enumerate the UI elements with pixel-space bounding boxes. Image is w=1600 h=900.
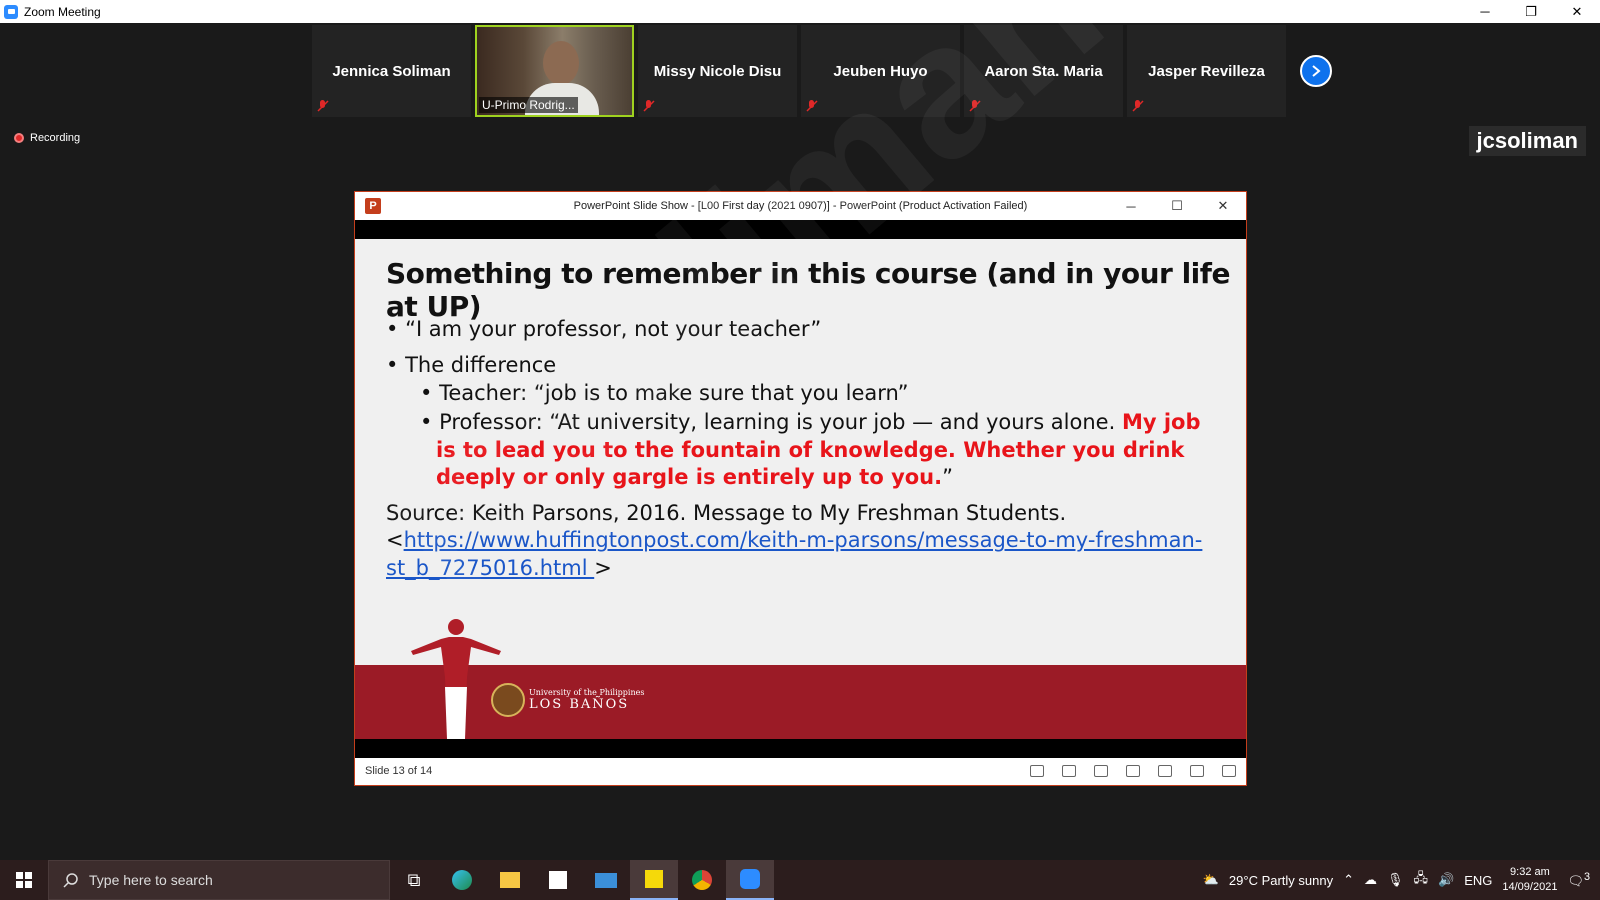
muted-mic-icon: [969, 100, 981, 112]
normal-view-icon[interactable]: [1126, 764, 1140, 777]
slide-sorter-icon[interactable]: [1158, 764, 1172, 777]
close-button[interactable]: ✕: [1554, 0, 1600, 23]
powerpoint-window: P PowerPoint Slide Show - [L00 First day…: [354, 191, 1247, 786]
system-tray: ⛅ 29°C Partly sunny ⌃ ☁ 🎙 🖧 🔊 ENG 9:32 a…: [1203, 860, 1600, 900]
slide-counter: Slide 13 of 14: [365, 764, 433, 777]
clock[interactable]: 9:32 am 14/09/2021: [1502, 865, 1557, 896]
ppt-minimize-button[interactable]: ─: [1108, 192, 1154, 220]
uplb-logo: University of the Philippines LOS BAÑOS: [491, 683, 644, 717]
participant-gallery: Jennica Soliman U-Primo Rodrig... Missy …: [312, 25, 1286, 117]
chrome-icon[interactable]: [678, 860, 726, 900]
logo-title: LOS BAÑOS: [529, 697, 630, 712]
window-titlebar: Zoom Meeting ─ ❐ ✕: [0, 0, 1600, 23]
chevron-up-icon[interactable]: ⌃: [1343, 872, 1354, 888]
active-speaker-label: jcsoliman: [1468, 126, 1586, 156]
participant-name: Jennica Soliman: [332, 62, 451, 80]
ppt-close-button[interactable]: ✕: [1200, 192, 1246, 220]
letterbox-top: [355, 220, 1246, 239]
zoom-app-icon: [4, 4, 18, 19]
sticky-notes-icon[interactable]: [630, 860, 678, 900]
bullet-item: • “I am your professor, not your teacher…: [386, 317, 822, 341]
taskbar-search[interactable]: Type here to search: [48, 860, 390, 900]
video-person-head: [543, 41, 579, 85]
recording-dot-icon: [14, 133, 24, 143]
sub-bullet-item: • Professor: “At university, learning is…: [420, 410, 1201, 490]
participant-tile[interactable]: Missy Nicole Disu: [638, 25, 797, 117]
participant-tile[interactable]: Jeuben Huyo: [801, 25, 960, 117]
slide-title: Something to remember in this course (an…: [386, 257, 1230, 323]
ppt-status-bar: Slide 13 of 14: [355, 758, 1246, 783]
slide-body: • “I am your professor, not your teacher…: [386, 317, 1206, 582]
participant-name: Aaron Sta. Maria: [984, 62, 1103, 80]
store-icon[interactable]: [534, 860, 582, 900]
start-button[interactable]: [0, 860, 48, 900]
source-link[interactable]: https://www.huffingtonpost.com/keith-m-p…: [386, 528, 1202, 579]
participant-tile-video[interactable]: U-Primo Rodrig...: [475, 25, 634, 117]
participant-name: Missy Nicole Disu: [653, 62, 782, 80]
participant-name: U-Primo Rodrig...: [479, 97, 578, 113]
next-page-button[interactable]: [1300, 55, 1332, 87]
reading-view-icon[interactable]: [1190, 764, 1204, 777]
muted-mic-icon: [643, 100, 655, 112]
pause-icon[interactable]: [1062, 764, 1076, 777]
network-icon[interactable]: 🖧: [1414, 869, 1429, 891]
oblation-figure-icon: [411, 619, 501, 739]
participant-name: Jasper Revilleza: [1148, 62, 1265, 80]
onedrive-icon[interactable]: ☁: [1364, 872, 1377, 888]
restore-button[interactable]: ❐: [1508, 0, 1554, 23]
file-explorer-icon[interactable]: [486, 860, 534, 900]
participant-tile[interactable]: Jennica Soliman: [312, 25, 471, 117]
bullet-item: • The difference: [386, 353, 557, 377]
taskbar: Type here to search ⧉ ⛅ 29°C Partly sunn…: [0, 860, 1600, 900]
minimize-button[interactable]: ─: [1462, 0, 1508, 23]
volume-icon[interactable]: 🔊: [1438, 872, 1454, 888]
next-slide-icon[interactable]: [1094, 764, 1108, 777]
microphone-icon[interactable]: 🎙: [1387, 872, 1404, 888]
participant-name: Jeuben Huyo: [833, 62, 928, 80]
ppt-maximize-button[interactable]: ☐: [1154, 192, 1200, 220]
windows-logo-icon: [16, 872, 32, 888]
mail-icon[interactable]: [582, 860, 630, 900]
participant-tile[interactable]: Jasper Revilleza: [1127, 25, 1286, 117]
window-title: Zoom Meeting: [24, 4, 101, 19]
muted-mic-icon: [1132, 100, 1144, 112]
task-view-icon[interactable]: ⧉: [390, 860, 438, 900]
language-indicator[interactable]: ENG: [1464, 873, 1492, 888]
zoom-taskbar-icon[interactable]: [726, 860, 774, 900]
uplb-seal-icon: [491, 683, 525, 717]
slide: Something to remember in this course (an…: [355, 239, 1246, 739]
letterbox-bottom: [355, 739, 1246, 758]
search-placeholder: Type here to search: [89, 872, 213, 888]
notification-icon[interactable]: 🗨3: [1567, 871, 1590, 889]
chevron-right-icon: [1312, 65, 1321, 77]
previous-slide-icon[interactable]: [1030, 764, 1044, 777]
weather-text[interactable]: 29°C Partly sunny: [1229, 873, 1333, 888]
search-icon: [63, 873, 78, 888]
ppt-titlebar: P PowerPoint Slide Show - [L00 First day…: [355, 192, 1246, 220]
slideshow-view-icon[interactable]: [1222, 764, 1236, 777]
logo-subtitle: University of the Philippines: [529, 688, 645, 697]
edge-icon[interactable]: [438, 860, 486, 900]
sub-bullet-item: • Teacher: “job is to make sure that you…: [420, 381, 909, 405]
muted-mic-icon: [317, 100, 329, 112]
muted-mic-icon: [806, 100, 818, 112]
recording-label: Recording: [30, 132, 81, 144]
weather-icon: ⛅: [1202, 872, 1219, 887]
recording-indicator[interactable]: Recording: [14, 132, 80, 144]
participant-tile[interactable]: Aaron Sta. Maria: [964, 25, 1123, 117]
source-citation: Source: Keith Parsons, 2016. Message to …: [386, 501, 1203, 580]
